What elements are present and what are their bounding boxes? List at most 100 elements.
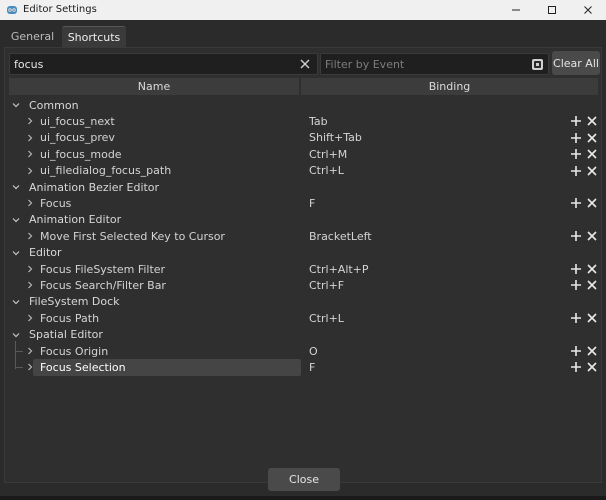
chevron-right-icon[interactable] bbox=[25, 313, 35, 323]
chevron-right-icon[interactable] bbox=[25, 198, 35, 208]
search-input[interactable] bbox=[14, 56, 284, 72]
chevron-down-icon[interactable] bbox=[11, 100, 21, 110]
tree-category[interactable]: Animation Bezier Editor bbox=[5, 179, 601, 195]
category-label: Common bbox=[29, 98, 79, 112]
shortcut-name: ui_focus_prev bbox=[40, 131, 115, 145]
shortcut-row[interactable]: ui_focus_prev Shift+Tab bbox=[5, 130, 601, 146]
remove-icon[interactable] bbox=[586, 279, 598, 291]
tab-general[interactable]: General bbox=[4, 26, 61, 47]
shortcut-name: Focus Path bbox=[40, 311, 100, 325]
remove-icon[interactable] bbox=[586, 361, 598, 373]
shortcuts-panel: Clear All Name Binding Commonui_focus_ne… bbox=[4, 47, 602, 483]
chevron-right-icon[interactable] bbox=[25, 133, 35, 143]
tree-category[interactable]: Animation Editor bbox=[5, 212, 601, 228]
chevron-right-icon[interactable] bbox=[25, 116, 35, 126]
tree-category[interactable]: Spatial Editor bbox=[5, 327, 601, 343]
tree-category[interactable]: FileSystem Dock bbox=[5, 294, 601, 310]
shortcut-binding[interactable]: Ctrl+F bbox=[309, 279, 344, 292]
chevron-right-icon[interactable] bbox=[25, 166, 35, 176]
add-icon[interactable] bbox=[570, 197, 582, 209]
remove-icon[interactable] bbox=[586, 148, 598, 160]
tree-guide-branch bbox=[15, 367, 23, 369]
add-icon[interactable] bbox=[570, 148, 582, 160]
category-label: Animation Bezier Editor bbox=[29, 180, 160, 194]
chevron-down-icon[interactable] bbox=[11, 248, 21, 258]
chevron-right-icon[interactable] bbox=[25, 280, 35, 290]
tree-guide-line bbox=[15, 341, 16, 369]
remove-icon[interactable] bbox=[586, 197, 598, 209]
shortcut-binding[interactable]: F bbox=[309, 197, 315, 210]
shortcut-row[interactable]: Focus Path Ctrl+L bbox=[5, 310, 601, 326]
editor-settings-window: General Shortcuts Clear All Name Binding… bbox=[0, 20, 606, 500]
shortcut-row[interactable]: ui_focus_mode Ctrl+M bbox=[5, 146, 601, 162]
tree-category[interactable]: Common bbox=[5, 97, 601, 113]
shortcut-binding[interactable]: Tab bbox=[309, 115, 328, 128]
shortcut-name: ui_focus_mode bbox=[40, 147, 122, 161]
shortcut-name: Move First Selected Key to Cursor bbox=[40, 229, 225, 243]
chevron-right-icon[interactable] bbox=[25, 231, 35, 241]
shortcut-binding[interactable]: Ctrl+L bbox=[309, 164, 344, 177]
add-icon[interactable] bbox=[570, 312, 582, 324]
minimize-icon bbox=[512, 9, 520, 11]
maximize-button[interactable] bbox=[534, 0, 570, 20]
title-bar: Editor Settings bbox=[0, 0, 606, 20]
column-header-name[interactable]: Name bbox=[9, 78, 299, 95]
event-filter-field[interactable] bbox=[320, 53, 595, 75]
shortcut-row[interactable]: Focus Origin O bbox=[5, 343, 601, 359]
shortcut-row[interactable]: Move First Selected Key to Cursor Bracket… bbox=[5, 228, 601, 244]
shortcut-binding[interactable]: BracketLeft bbox=[309, 230, 372, 243]
remove-icon[interactable] bbox=[586, 115, 598, 127]
remove-icon[interactable] bbox=[586, 312, 598, 324]
shortcut-name: Focus Selection bbox=[40, 360, 126, 374]
remove-icon[interactable] bbox=[586, 345, 598, 357]
chevron-right-icon[interactable] bbox=[25, 264, 35, 274]
shortcut-row[interactable]: ui_filedialog_focus_path Ctrl+L bbox=[5, 163, 601, 179]
clear-search-icon[interactable] bbox=[299, 58, 311, 70]
shortcut-binding[interactable]: O bbox=[309, 345, 318, 358]
shortcut-binding[interactable]: Ctrl+M bbox=[309, 148, 347, 161]
category-label: Animation Editor bbox=[29, 213, 122, 227]
chevron-right-icon[interactable] bbox=[25, 149, 35, 159]
shortcut-row[interactable]: Focus F bbox=[5, 195, 601, 211]
chevron-down-icon[interactable] bbox=[11, 182, 21, 192]
chevron-down-icon[interactable] bbox=[11, 215, 21, 225]
minimize-button[interactable] bbox=[498, 0, 534, 20]
tab-shortcuts[interactable]: Shortcuts bbox=[62, 26, 126, 47]
window-title: Editor Settings bbox=[23, 4, 97, 15]
shortcut-name: Focus Origin bbox=[40, 344, 109, 358]
add-icon[interactable] bbox=[570, 115, 582, 127]
add-icon[interactable] bbox=[570, 279, 582, 291]
shortcut-row[interactable]: Focus Search/Filter Bar Ctrl+F bbox=[5, 277, 601, 293]
shortcut-binding[interactable]: Ctrl+L bbox=[309, 312, 344, 325]
clear-all-button[interactable]: Clear All bbox=[552, 51, 600, 75]
add-icon[interactable] bbox=[570, 132, 582, 144]
chevron-right-icon[interactable] bbox=[25, 362, 35, 372]
shortcut-binding[interactable]: F bbox=[309, 361, 315, 374]
shortcut-name: Focus bbox=[40, 196, 72, 210]
window-close-button[interactable] bbox=[570, 0, 606, 20]
shortcut-row[interactable]: ui_focus_next Tab bbox=[5, 113, 601, 129]
add-icon[interactable] bbox=[570, 165, 582, 177]
keyboard-icon[interactable] bbox=[531, 58, 544, 71]
chevron-down-icon[interactable] bbox=[11, 330, 21, 340]
close-button[interactable]: Close bbox=[268, 468, 340, 491]
shortcut-row[interactable]: Focus FileSystem Filter Ctrl+Alt+P bbox=[5, 261, 601, 277]
shortcut-binding[interactable]: Shift+Tab bbox=[309, 131, 362, 144]
add-icon[interactable] bbox=[570, 230, 582, 242]
close-icon bbox=[584, 6, 592, 14]
remove-icon[interactable] bbox=[586, 263, 598, 275]
tree-category[interactable]: Editor bbox=[5, 245, 601, 261]
chevron-right-icon[interactable] bbox=[25, 346, 35, 356]
column-header-binding[interactable]: Binding bbox=[301, 78, 598, 95]
remove-icon[interactable] bbox=[586, 230, 598, 242]
remove-icon[interactable] bbox=[586, 132, 598, 144]
shortcut-search-field[interactable] bbox=[9, 53, 318, 75]
shortcut-binding[interactable]: Ctrl+Alt+P bbox=[309, 263, 369, 276]
add-icon[interactable] bbox=[570, 361, 582, 373]
add-icon[interactable] bbox=[570, 263, 582, 275]
bottom-strip bbox=[0, 496, 606, 500]
chevron-down-icon[interactable] bbox=[11, 297, 21, 307]
remove-icon[interactable] bbox=[586, 165, 598, 177]
shortcut-row[interactable]: Focus Selection F bbox=[5, 359, 601, 375]
add-icon[interactable] bbox=[570, 345, 582, 357]
